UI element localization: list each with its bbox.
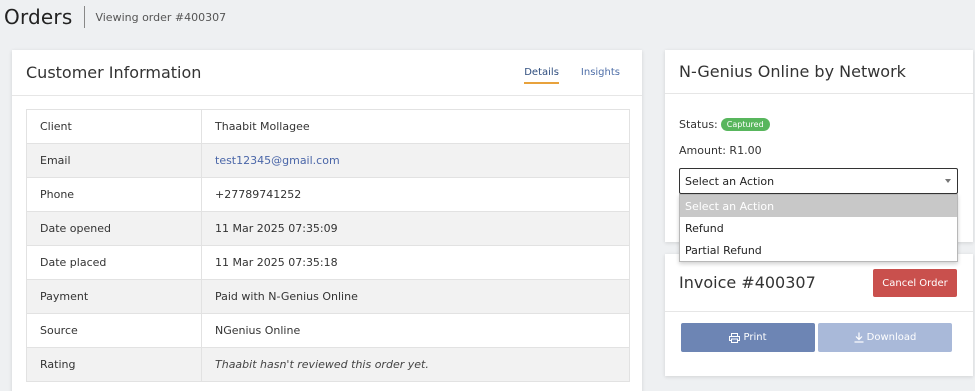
invoice-card: Invoice #400307 Cancel Order Print Downl… [665, 254, 973, 376]
status-badge: Captured [720, 118, 770, 131]
tab-insights[interactable]: Insights [581, 67, 620, 84]
status-row: Status: Captured [679, 118, 770, 131]
row-label: Email [26, 143, 202, 178]
rating-value: Thaabit hasn't reviewed this order yet. [215, 358, 429, 371]
phone-value: +27789741252 [201, 177, 630, 212]
tab-details[interactable]: Details [524, 67, 559, 84]
header-divider [84, 6, 86, 28]
option-partial-refund[interactable]: Partial Refund [680, 239, 957, 261]
row-label: Date opened [26, 211, 202, 246]
payment-value: Paid with N-Genius Online [201, 279, 630, 314]
action-select[interactable]: Select an Action [679, 168, 958, 194]
page-subtitle: Viewing order #400307 [95, 10, 227, 24]
table-row: Phone +27789741252 [26, 177, 630, 212]
row-label: Client [26, 109, 202, 144]
download-label: Download [866, 332, 917, 343]
download-icon [854, 332, 864, 343]
date-opened-value: 11 Mar 2025 07:35:09 [201, 211, 630, 246]
email-cell: test12345@gmail.com [201, 143, 630, 178]
customer-card-header: Customer Information Details Insights [12, 50, 642, 96]
row-label: Phone [26, 177, 202, 212]
page-title: Orders [4, 5, 73, 29]
row-label: Payment [26, 279, 202, 314]
invoice-header: Invoice #400307 Cancel Order [665, 254, 973, 312]
ngenius-card-title: N-Genius Online by Network [665, 50, 973, 94]
table-row: Payment Paid with N-Genius Online [26, 279, 630, 314]
customer-card-title: Customer Information [26, 63, 202, 82]
cancel-order-button[interactable]: Cancel Order [873, 269, 957, 297]
print-label: Print [743, 332, 767, 343]
page-header: Orders Viewing order #400307 [0, 0, 975, 34]
customer-information-card: Customer Information Details Insights Cl… [12, 50, 642, 391]
table-row: Email test12345@gmail.com [26, 143, 630, 178]
source-value: NGenius Online [201, 313, 630, 348]
download-button[interactable]: Download [818, 323, 952, 352]
print-button[interactable]: Print [681, 323, 815, 352]
row-label: Rating [26, 347, 202, 382]
table-row: Source NGenius Online [26, 313, 630, 348]
customer-tabs: Details Insights [524, 67, 620, 84]
invoice-actions: Print Download [681, 323, 952, 352]
action-dropdown: Select an Action Refund Partial Refund [679, 194, 958, 262]
table-row: Date placed 11 Mar 2025 07:35:18 [26, 245, 630, 280]
amount-label: Amount: R1.00 [679, 144, 762, 157]
option-refund[interactable]: Refund [680, 217, 957, 239]
row-label: Date placed [26, 245, 202, 280]
table-row: Date opened 11 Mar 2025 07:35:09 [26, 211, 630, 246]
date-placed-value: 11 Mar 2025 07:35:18 [201, 245, 630, 280]
status-label: Status: [679, 118, 718, 131]
table-row: Rating Thaabit hasn't reviewed this orde… [26, 347, 630, 382]
rating-cell: Thaabit hasn't reviewed this order yet. [201, 347, 630, 382]
invoice-title: Invoice #400307 [679, 273, 816, 292]
client-value: Thaabit Mollagee [201, 109, 630, 144]
email-link[interactable]: test12345@gmail.com [215, 154, 340, 167]
customer-info-table: Client Thaabit Mollagee Email test12345@… [26, 109, 630, 382]
printer-icon [729, 332, 741, 343]
action-select-value: Select an Action [685, 174, 775, 188]
table-row: Client Thaabit Mollagee [26, 109, 630, 144]
row-label: Source [26, 313, 202, 348]
chevron-down-icon [945, 179, 951, 183]
option-select-action[interactable]: Select an Action [680, 195, 957, 217]
